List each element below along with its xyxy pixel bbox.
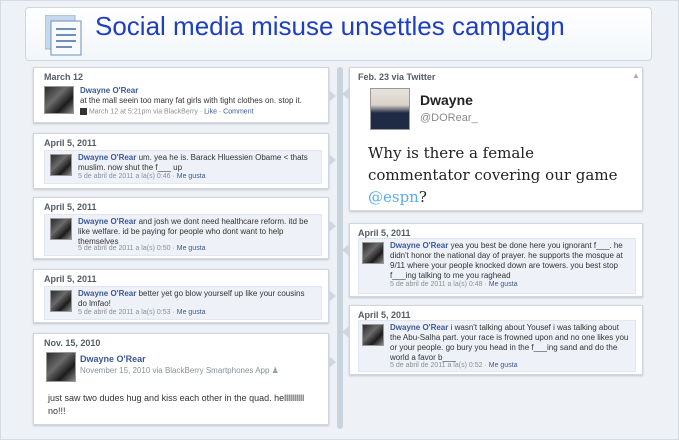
poster-name[interactable]: Dwayne O'Rear [78,289,136,298]
post-timestamp: 5 de abril de 2011 a la(s) 0:53 [78,309,171,316]
avatar [46,352,76,382]
post-date: April 5, 2011 [358,310,411,320]
post-timestamp: March 12 at 5:21pm via BlackBerry [88,108,198,116]
avatar [50,154,72,176]
document-icon [45,15,82,56]
connector-arrow [329,154,336,166]
post-date: Nov. 15, 2010 [44,338,101,348]
twitter-name[interactable]: Dwayne [420,92,473,108]
connector-arrow [342,88,349,100]
like-link[interactable]: Me gusta [177,309,206,316]
post-text: at the mall seein too many fat girls wit… [80,96,302,105]
post-card-6: April 5, 2011 Dwayne O'Rear yea you best… [342,223,643,297]
avatar [362,242,384,264]
poster-name[interactable]: Dwayne O'Rear [390,241,448,250]
person-icon: ♟ [271,366,279,375]
poster-name[interactable]: Dwayne O'Rear [390,323,448,332]
avatar [362,324,384,346]
avatar [50,290,72,312]
connector-arrow [329,220,336,232]
page-title: Social media misuse unsettles campaign [95,11,565,41]
connector-arrow [342,244,349,256]
post-card-7: April 5, 2011 Dwayne O'Rear i wasn't tal… [342,305,643,375]
avatar [44,86,74,114]
like-link[interactable]: Me gusta [489,281,518,288]
post-date: April 5, 2011 [44,202,97,212]
post-date: April 5, 2011 [44,138,97,148]
post-date: April 5, 2011 [358,228,411,238]
connector-arrow [329,356,336,368]
post-date: April 5, 2011 [44,274,97,284]
poster-name[interactable]: Dwayne O'Rear [78,217,136,226]
post-date: Feb. 23 via Twitter [358,72,436,82]
avatar [370,88,410,130]
post-card-3: April 5, 2011 Dwayne O'Rear and josh we … [33,197,336,259]
infographic-frame: Social media misuse unsettles campaign M… [0,0,679,440]
twitter-handle[interactable]: @DORear_ [420,112,478,124]
avatar [50,218,72,240]
like-link[interactable]: Me gusta [177,245,206,252]
post-timestamp: 5 de abril de 2011 a la(s) 0:52 [390,362,483,369]
post-date: March 12 [44,72,84,82]
post-timestamp: 5 de abril de 2011 a la(s) 0:46 [78,173,171,180]
post-card-4: April 5, 2011 Dwayne O'Rear better yet g… [33,269,336,323]
post-text: just saw two dudes hug and kiss each oth… [48,393,305,416]
connector-arrow [342,326,349,338]
like-link[interactable]: Me gusta [177,173,206,180]
like-link[interactable]: Me gusta [489,362,518,369]
post-timestamp: November 15, 2010 via BlackBerry Smartph… [80,366,270,375]
poster-name[interactable]: Dwayne O'Rear [80,354,146,364]
connector-arrow [329,90,336,102]
tweet-text: Why is there a female commentator coveri… [368,144,618,184]
connector-arrow [329,290,336,302]
post-timestamp: 5 de abril de 2011 a la(s) 0:50 [78,245,171,252]
post-card-1: March 12 Dwayne O'Rear at the mall seein… [33,67,336,123]
poster-name[interactable]: Dwayne O'Rear [80,86,138,95]
tweet-card: Feb. 23 via Twitter ▲ Dwayne @DORear_ Wh… [342,67,643,211]
post-card-2: April 5, 2011 Dwayne O'Rear um. yea he i… [33,133,336,189]
poster-name[interactable]: Dwayne O'Rear [78,153,136,162]
close-icon[interactable]: ▲ [632,71,640,80]
blackberry-icon [80,108,87,115]
post-card-5: Nov. 15, 2010 Dwayne O'Rear November 15,… [33,333,336,425]
mention-link[interactable]: @espn [368,188,419,206]
post-timestamp: 5 de abril de 2011 a la(s) 0:48 [390,281,483,288]
like-comment-link[interactable]: Like · Comment [204,108,253,115]
